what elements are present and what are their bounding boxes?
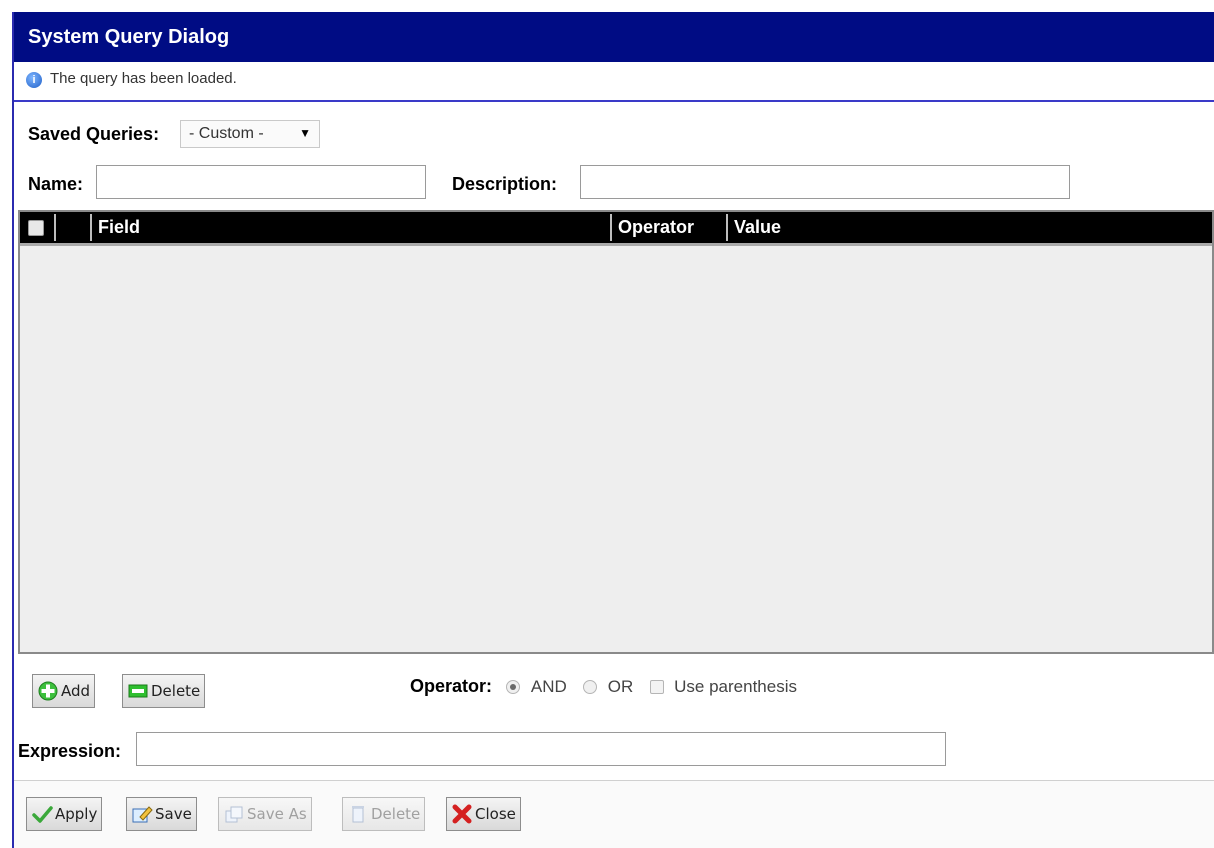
use-parenthesis-label: Use parenthesis xyxy=(674,676,797,696)
name-label: Name: xyxy=(28,174,84,194)
and-label: AND xyxy=(530,676,567,696)
and-radio[interactable] xyxy=(506,679,521,694)
save-as-label: Save As xyxy=(247,805,307,823)
saved-queries-select[interactable]: - Custom - ▼ xyxy=(180,120,320,148)
delete-query-button[interactable]: Delete xyxy=(342,797,426,831)
add-row-button[interactable]: Add xyxy=(32,674,96,708)
description-label: Description: xyxy=(452,174,558,194)
saved-queries-label: Saved Queries: xyxy=(28,124,160,144)
dropdown-arrow-icon: ▼ xyxy=(299,126,311,140)
status-message: The query has been loaded. xyxy=(50,70,237,87)
operator-label: Operator: xyxy=(410,676,493,696)
or-radio[interactable] xyxy=(583,679,598,694)
save-label: Save xyxy=(155,805,192,823)
apply-label: Apply xyxy=(55,805,98,823)
expression-input[interactable] xyxy=(136,732,946,766)
close-icon xyxy=(451,803,473,825)
query-conditions-grid: Field Operator Value xyxy=(18,210,1214,654)
use-parenthesis-checkbox[interactable] xyxy=(649,679,664,694)
add-row-label: Add xyxy=(61,682,91,700)
dialog-footer: Apply Save Save As Delete Close xyxy=(14,780,1214,848)
delete-query-label: Delete xyxy=(371,805,421,823)
dialog-title: System Query Dialog xyxy=(14,12,1214,62)
select-all-checkbox[interactable] xyxy=(28,220,44,236)
system-query-dialog: System Query Dialog i The query has been… xyxy=(12,12,1214,848)
or-label: OR xyxy=(607,676,634,696)
column-header-field[interactable]: Field xyxy=(92,212,140,243)
save-as-button[interactable]: Save As xyxy=(218,797,312,831)
close-button[interactable]: Close xyxy=(446,797,521,831)
column-header-operator[interactable]: Operator xyxy=(612,212,694,243)
status-bar: i The query has been loaded. xyxy=(14,62,1214,102)
add-icon xyxy=(37,680,59,702)
delete-row-label: Delete xyxy=(151,682,201,700)
save-button[interactable]: Save xyxy=(126,797,197,831)
remove-icon xyxy=(127,680,149,702)
name-input[interactable] xyxy=(96,165,426,199)
copy-icon xyxy=(223,803,245,825)
operator-options: Operator: AND OR Use parenthesis xyxy=(410,676,809,697)
apply-button[interactable]: Apply xyxy=(26,797,103,831)
info-icon: i xyxy=(26,72,42,88)
description-input[interactable] xyxy=(580,165,1070,199)
edit-note-icon xyxy=(131,803,153,825)
close-label: Close xyxy=(475,805,516,823)
delete-row-button[interactable]: Delete xyxy=(122,674,206,708)
expression-label: Expression: xyxy=(18,741,122,761)
checkmark-icon xyxy=(31,803,53,825)
grid-header: Field Operator Value xyxy=(20,212,1212,246)
column-header-value[interactable]: Value xyxy=(728,212,781,243)
trash-icon xyxy=(347,803,369,825)
saved-queries-selected: - Custom - xyxy=(189,125,264,142)
